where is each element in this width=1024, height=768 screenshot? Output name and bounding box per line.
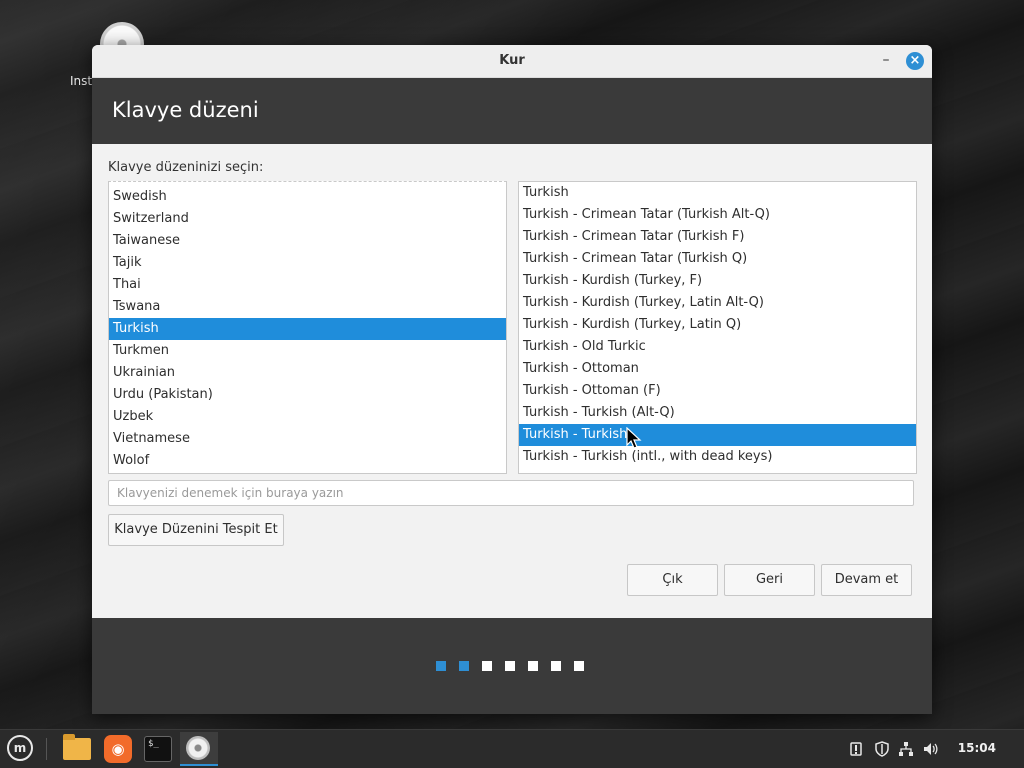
- variant-list-item[interactable]: Turkish: [519, 182, 916, 204]
- variant-list-item[interactable]: Turkish - Crimean Tatar (Turkish Alt-Q): [519, 204, 916, 226]
- layout-list[interactable]: Swedish Switzerland Taiwanese Tajik Thai Tswa…: [108, 181, 507, 474]
- step-dot: [436, 661, 446, 671]
- layout-prompt: Klavye düzeninizi seçin:: [108, 160, 264, 175]
- variant-list-item[interactable]: Turkish - Turkish (Alt-Q): [519, 402, 916, 424]
- step-dot: [482, 661, 492, 671]
- network-icon[interactable]: [898, 741, 914, 757]
- variant-list-item[interactable]: Turkish - Turkish: [519, 424, 916, 446]
- layout-list-item[interactable]: Thai: [109, 274, 506, 296]
- layout-list-item[interactable]: Turkmen: [109, 340, 506, 362]
- volume-icon[interactable]: [922, 741, 938, 757]
- layout-list-item[interactable]: Tswana: [109, 296, 506, 318]
- page-title: Klavye düzeni: [112, 98, 259, 122]
- back-button[interactable]: Geri: [724, 564, 815, 596]
- variant-list-item[interactable]: Turkish - Kurdish (Turkey, Latin Q): [519, 314, 916, 336]
- layout-list-item[interactable]: Swedish: [109, 186, 506, 208]
- variant-list-item[interactable]: Turkish - Old Turkic: [519, 336, 916, 358]
- variant-list-item[interactable]: Turkish - Kurdish (Turkey, Latin Alt-Q): [519, 292, 916, 314]
- panel-separator: [46, 738, 47, 760]
- installer-window: Kur – × Klavye düzeni Klavye düzeninizi …: [92, 45, 932, 714]
- window-title: Kur: [499, 53, 525, 68]
- page-header: Klavye düzeni: [92, 78, 932, 145]
- variant-list-item[interactable]: Turkish - Ottoman: [519, 358, 916, 380]
- layout-list-item[interactable]: Uzbek: [109, 406, 506, 428]
- layout-list-item[interactable]: Urdu (Pakistan): [109, 384, 506, 406]
- next-button[interactable]: Devam et: [821, 564, 912, 596]
- menu-icon[interactable]: m: [6, 734, 36, 764]
- step-dot: [505, 661, 515, 671]
- step-dot: [459, 661, 469, 671]
- taskbar: m ◉ $_ 15:04: [0, 729, 1024, 768]
- titlebar[interactable]: Kur – ×: [92, 45, 932, 78]
- minimize-icon[interactable]: –: [878, 51, 894, 69]
- variant-list-item[interactable]: Turkish - Ottoman (F): [519, 380, 916, 402]
- installer-icon[interactable]: [180, 732, 218, 766]
- close-icon[interactable]: ×: [906, 52, 924, 70]
- variant-list-item[interactable]: Turkish - Turkish (intl., with dead keys…: [519, 446, 916, 468]
- shield-icon[interactable]: [874, 741, 890, 757]
- layout-list-item[interactable]: Vietnamese: [109, 428, 506, 450]
- layout-list-item[interactable]: Switzerland: [109, 208, 506, 230]
- quit-button[interactable]: Çık: [627, 564, 718, 596]
- update-manager-icon[interactable]: [848, 741, 864, 757]
- detect-layout-button[interactable]: Klavye Düzenini Tespit Et: [108, 514, 284, 546]
- step-dot: [528, 661, 538, 671]
- firefox-icon[interactable]: ◉: [103, 734, 133, 764]
- layout-list-item[interactable]: Tajik: [109, 252, 506, 274]
- step-dot: [574, 661, 584, 671]
- terminal-icon[interactable]: $_: [143, 734, 173, 764]
- layout-list-item[interactable]: Wolof: [109, 450, 506, 472]
- mouse-pointer-icon: [626, 427, 642, 449]
- progress-footer: [92, 618, 932, 714]
- variant-list[interactable]: Turkish Turkish - Crimean Tatar (Turkish …: [518, 181, 917, 474]
- desktop-icon-label[interactable]: Inst: [70, 74, 92, 88]
- keyboard-test-input[interactable]: [108, 480, 914, 506]
- step-dot: [551, 661, 561, 671]
- variant-list-item[interactable]: Turkish - Crimean Tatar (Turkish F): [519, 226, 916, 248]
- variant-list-item[interactable]: Turkish - Crimean Tatar (Turkish Q): [519, 248, 916, 270]
- variant-list-item[interactable]: Turkish - Kurdish (Turkey, F): [519, 270, 916, 292]
- clock[interactable]: 15:04: [958, 741, 996, 755]
- system-tray: 15:04: [846, 730, 1016, 768]
- layout-list-item[interactable]: Ukrainian: [109, 362, 506, 384]
- layout-list-item[interactable]: Turkish: [109, 318, 506, 340]
- keyboard-layout-page: Klavye düzeninizi seçin: Swedish Switzerl…: [92, 144, 932, 618]
- files-icon[interactable]: [62, 734, 92, 764]
- layout-list-item[interactable]: Taiwanese: [109, 230, 506, 252]
